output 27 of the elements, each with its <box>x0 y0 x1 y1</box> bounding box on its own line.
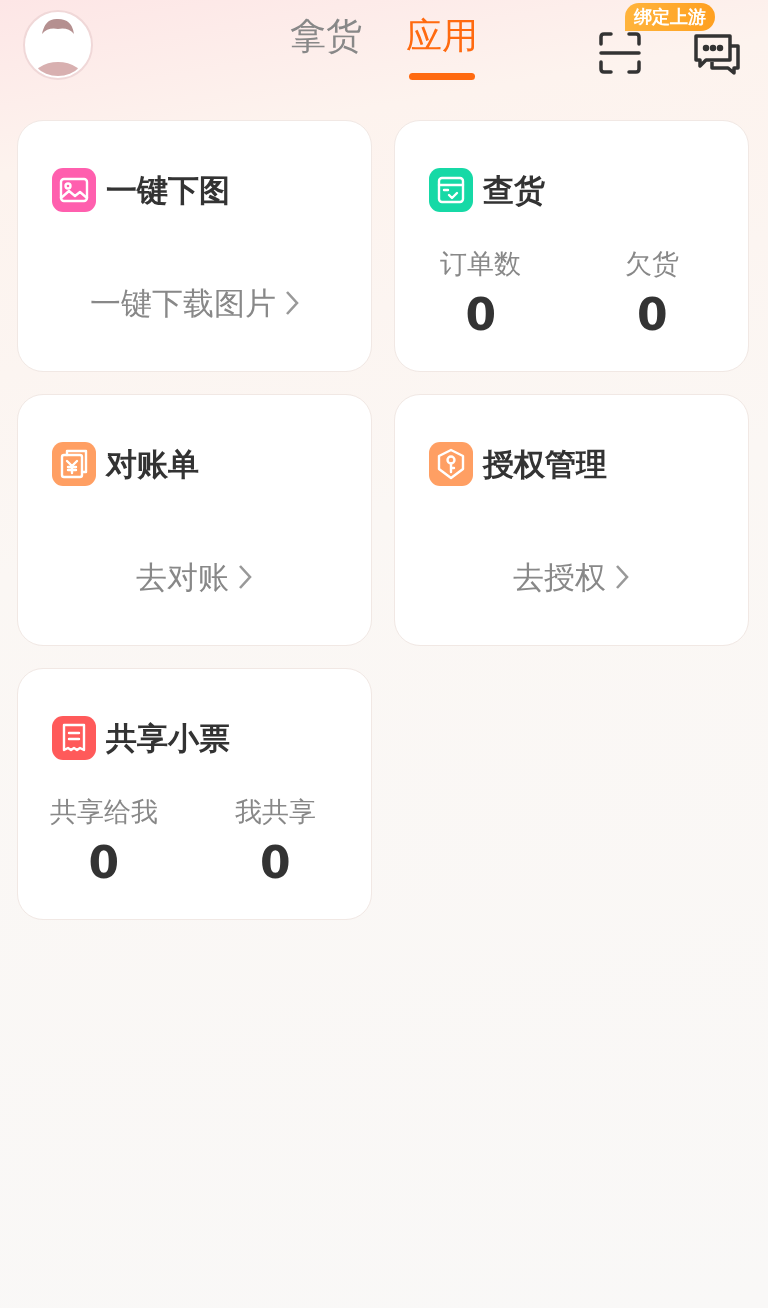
stat-value: 0 <box>87 836 121 890</box>
stat-label: 订单数 <box>439 246 523 281</box>
tab[interactable]: 应用 <box>406 14 478 58</box>
card-title: 一键下图 <box>106 171 230 210</box>
card-title: 授权管理 <box>483 445 607 484</box>
app-card[interactable]: 共享小票 共享给我 0 我共享 0 <box>17 668 372 920</box>
stat-label: 共享给我 <box>48 794 159 829</box>
stat-label: 欠货 <box>624 246 681 281</box>
scan-icon[interactable] <box>598 32 642 74</box>
card-title: 对账单 <box>106 445 199 484</box>
app-card[interactable]: 一键下图 一键下载图片 <box>17 120 372 372</box>
app-card[interactable]: 查货 订单数 0 欠货 0 <box>394 120 749 372</box>
card-title: 查货 <box>483 171 545 210</box>
message-icon[interactable] <box>692 32 742 76</box>
tab[interactable]: 拿货 <box>290 14 362 58</box>
bind-badge[interactable]: 绑定上游 <box>625 3 715 31</box>
avatar[interactable] <box>23 10 93 80</box>
app-card[interactable]: 对账单 去对账 <box>17 394 372 646</box>
card-link[interactable]: 去授权 <box>513 553 606 600</box>
card-title: 共享小票 <box>106 719 230 758</box>
stat-label: 我共享 <box>233 794 317 829</box>
stat-value: 0 <box>464 288 498 342</box>
card-link[interactable]: 去对账 <box>136 553 229 600</box>
card-link[interactable]: 一键下载图片 <box>89 279 276 326</box>
stat-value: 0 <box>635 288 669 342</box>
app-card[interactable]: 授权管理 去授权 <box>394 394 749 646</box>
stat-value: 0 <box>258 836 292 890</box>
